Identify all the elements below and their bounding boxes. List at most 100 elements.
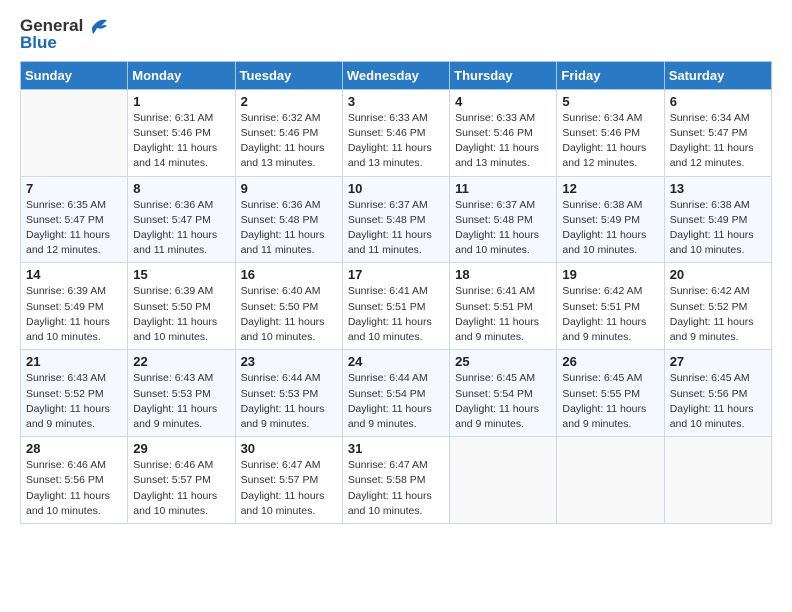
day-number: 1: [133, 94, 229, 109]
day-cell: 7 Sunrise: 6:35 AM Sunset: 5:47 PM Daylig…: [21, 176, 128, 263]
day-info: Sunrise: 6:45 AM Sunset: 5:56 PM Dayligh…: [670, 371, 766, 432]
day-info: Sunrise: 6:45 AM Sunset: 5:55 PM Dayligh…: [562, 371, 658, 432]
day-number: 15: [133, 267, 229, 282]
day-cell: 23 Sunrise: 6:44 AM Sunset: 5:53 PM Dayli…: [235, 350, 342, 437]
day-cell: 14 Sunrise: 6:39 AM Sunset: 5:49 PM Dayli…: [21, 263, 128, 350]
day-number: 6: [670, 94, 766, 109]
day-number: 9: [241, 181, 337, 196]
day-info: Sunrise: 6:36 AM Sunset: 5:48 PM Dayligh…: [241, 198, 337, 259]
day-cell: 31 Sunrise: 6:47 AM Sunset: 5:58 PM Dayli…: [342, 437, 449, 524]
day-info: Sunrise: 6:33 AM Sunset: 5:46 PM Dayligh…: [348, 111, 444, 172]
day-info: Sunrise: 6:44 AM Sunset: 5:54 PM Dayligh…: [348, 371, 444, 432]
day-info: Sunrise: 6:41 AM Sunset: 5:51 PM Dayligh…: [455, 284, 551, 345]
day-number: 2: [241, 94, 337, 109]
day-number: 14: [26, 267, 122, 282]
day-cell: 12 Sunrise: 6:38 AM Sunset: 5:49 PM Dayli…: [557, 176, 664, 263]
day-info: Sunrise: 6:46 AM Sunset: 5:57 PM Dayligh…: [133, 458, 229, 519]
day-number: 28: [26, 441, 122, 456]
day-number: 7: [26, 181, 122, 196]
day-info: Sunrise: 6:42 AM Sunset: 5:52 PM Dayligh…: [670, 284, 766, 345]
day-info: Sunrise: 6:32 AM Sunset: 5:46 PM Dayligh…: [241, 111, 337, 172]
day-cell: 2 Sunrise: 6:32 AM Sunset: 5:46 PM Daylig…: [235, 89, 342, 176]
day-info: Sunrise: 6:47 AM Sunset: 5:57 PM Dayligh…: [241, 458, 337, 519]
day-info: Sunrise: 6:34 AM Sunset: 5:46 PM Dayligh…: [562, 111, 658, 172]
day-cell: 28 Sunrise: 6:46 AM Sunset: 5:56 PM Dayli…: [21, 437, 128, 524]
day-number: 24: [348, 354, 444, 369]
day-info: Sunrise: 6:35 AM Sunset: 5:47 PM Dayligh…: [26, 198, 122, 259]
day-cell: 5 Sunrise: 6:34 AM Sunset: 5:46 PM Daylig…: [557, 89, 664, 176]
day-info: Sunrise: 6:37 AM Sunset: 5:48 PM Dayligh…: [348, 198, 444, 259]
logo-blue-text: Blue: [20, 34, 57, 53]
day-number: 18: [455, 267, 551, 282]
day-number: 29: [133, 441, 229, 456]
day-info: Sunrise: 6:36 AM Sunset: 5:47 PM Dayligh…: [133, 198, 229, 259]
day-cell: 20 Sunrise: 6:42 AM Sunset: 5:52 PM Dayli…: [664, 263, 771, 350]
days-header-row: SundayMondayTuesdayWednesdayThursdayFrid…: [21, 61, 772, 89]
day-number: 17: [348, 267, 444, 282]
day-cell: 26 Sunrise: 6:45 AM Sunset: 5:55 PM Dayli…: [557, 350, 664, 437]
day-header-wednesday: Wednesday: [342, 61, 449, 89]
day-info: Sunrise: 6:46 AM Sunset: 5:56 PM Dayligh…: [26, 458, 122, 519]
day-number: 27: [670, 354, 766, 369]
day-cell: 3 Sunrise: 6:33 AM Sunset: 5:46 PM Daylig…: [342, 89, 449, 176]
day-number: 22: [133, 354, 229, 369]
day-number: 26: [562, 354, 658, 369]
day-cell: [450, 437, 557, 524]
day-info: Sunrise: 6:42 AM Sunset: 5:51 PM Dayligh…: [562, 284, 658, 345]
day-cell: 13Sunrise: 6:38 AM Sunset: 5:49 PM Dayli…: [664, 176, 771, 263]
day-info: Sunrise: 6:31 AM Sunset: 5:46 PM Dayligh…: [133, 111, 229, 172]
day-cell: 25 Sunrise: 6:45 AM Sunset: 5:54 PM Dayli…: [450, 350, 557, 437]
day-number: 5: [562, 94, 658, 109]
day-info: Sunrise: 6:33 AM Sunset: 5:46 PM Dayligh…: [455, 111, 551, 172]
day-cell: 16 Sunrise: 6:40 AM Sunset: 5:50 PM Dayli…: [235, 263, 342, 350]
day-info: Sunrise: 6:45 AM Sunset: 5:54 PM Dayligh…: [455, 371, 551, 432]
day-cell: 6Sunrise: 6:34 AM Sunset: 5:47 PM Daylig…: [664, 89, 771, 176]
day-cell: 1 Sunrise: 6:31 AM Sunset: 5:46 PM Daylig…: [128, 89, 235, 176]
day-number: 16: [241, 267, 337, 282]
day-info: Sunrise: 6:37 AM Sunset: 5:48 PM Dayligh…: [455, 198, 551, 259]
day-number: 21: [26, 354, 122, 369]
day-number: 20: [670, 267, 766, 282]
day-cell: 15 Sunrise: 6:39 AM Sunset: 5:50 PM Dayli…: [128, 263, 235, 350]
day-header-tuesday: Tuesday: [235, 61, 342, 89]
day-number: 8: [133, 181, 229, 196]
day-info: Sunrise: 6:44 AM Sunset: 5:53 PM Dayligh…: [241, 371, 337, 432]
day-number: 4: [455, 94, 551, 109]
day-cell: 11 Sunrise: 6:37 AM Sunset: 5:48 PM Dayli…: [450, 176, 557, 263]
day-number: 23: [241, 354, 337, 369]
day-number: 11: [455, 181, 551, 196]
day-info: Sunrise: 6:39 AM Sunset: 5:50 PM Dayligh…: [133, 284, 229, 345]
day-info: Sunrise: 6:43 AM Sunset: 5:52 PM Dayligh…: [26, 371, 122, 432]
day-number: 13: [670, 181, 766, 196]
day-cell: 8 Sunrise: 6:36 AM Sunset: 5:47 PM Daylig…: [128, 176, 235, 263]
day-cell: 30 Sunrise: 6:47 AM Sunset: 5:57 PM Dayli…: [235, 437, 342, 524]
day-number: 30: [241, 441, 337, 456]
day-info: Sunrise: 6:41 AM Sunset: 5:51 PM Dayligh…: [348, 284, 444, 345]
day-number: 12: [562, 181, 658, 196]
day-info: Sunrise: 6:38 AM Sunset: 5:49 PM Dayligh…: [562, 198, 658, 259]
day-number: 19: [562, 267, 658, 282]
logo: General Blue: [20, 16, 107, 53]
day-cell: 27 Sunrise: 6:45 AM Sunset: 5:56 PM Dayli…: [664, 350, 771, 437]
day-cell: [21, 89, 128, 176]
day-cell: 9 Sunrise: 6:36 AM Sunset: 5:48 PM Daylig…: [235, 176, 342, 263]
day-cell: 21 Sunrise: 6:43 AM Sunset: 5:52 PM Dayli…: [21, 350, 128, 437]
day-cell: 17 Sunrise: 6:41 AM Sunset: 5:51 PM Dayli…: [342, 263, 449, 350]
day-cell: 22 Sunrise: 6:43 AM Sunset: 5:53 PM Dayli…: [128, 350, 235, 437]
week-row-2: 7 Sunrise: 6:35 AM Sunset: 5:47 PM Daylig…: [21, 176, 772, 263]
day-number: 3: [348, 94, 444, 109]
day-header-monday: Monday: [128, 61, 235, 89]
day-info: Sunrise: 6:40 AM Sunset: 5:50 PM Dayligh…: [241, 284, 337, 345]
day-cell: [557, 437, 664, 524]
day-number: 10: [348, 181, 444, 196]
day-info: Sunrise: 6:43 AM Sunset: 5:53 PM Dayligh…: [133, 371, 229, 432]
day-header-sunday: Sunday: [21, 61, 128, 89]
day-info: Sunrise: 6:39 AM Sunset: 5:49 PM Dayligh…: [26, 284, 122, 345]
day-cell: 19 Sunrise: 6:42 AM Sunset: 5:51 PM Dayli…: [557, 263, 664, 350]
day-number: 25: [455, 354, 551, 369]
day-number: 31: [348, 441, 444, 456]
header: General Blue: [20, 16, 772, 53]
week-row-3: 14 Sunrise: 6:39 AM Sunset: 5:49 PM Dayli…: [21, 263, 772, 350]
day-header-saturday: Saturday: [664, 61, 771, 89]
day-info: Sunrise: 6:47 AM Sunset: 5:58 PM Dayligh…: [348, 458, 444, 519]
